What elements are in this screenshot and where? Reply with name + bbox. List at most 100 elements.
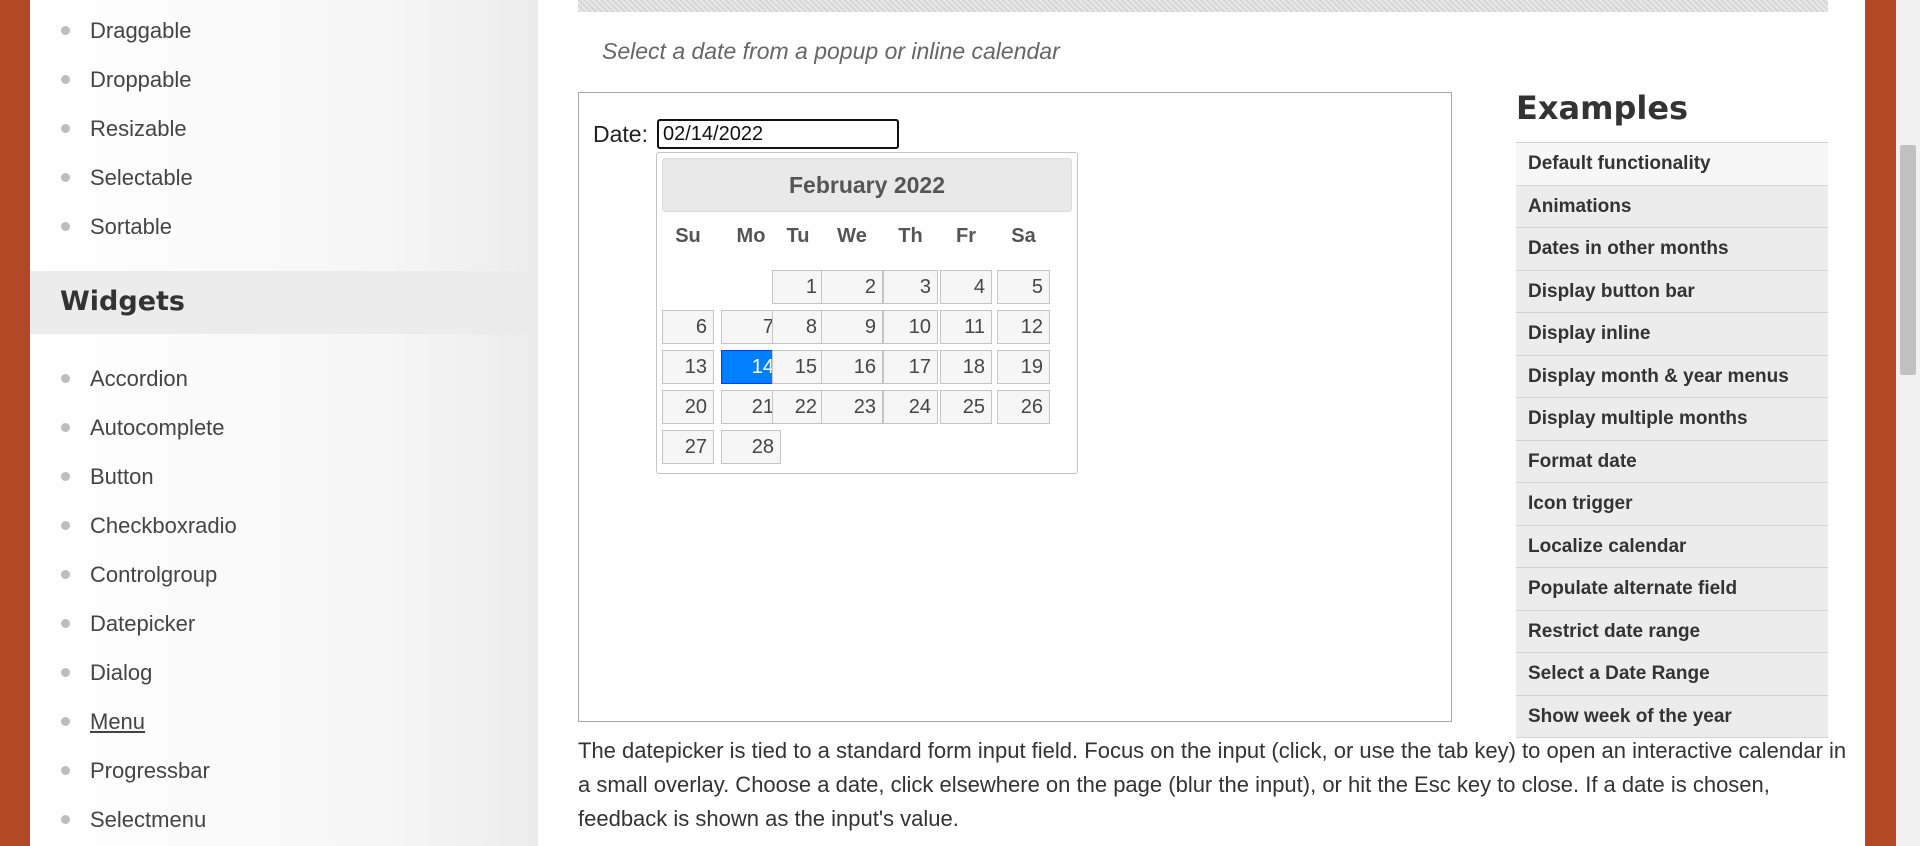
sidebar-item-label[interactable]: Checkboxradio <box>90 513 237 538</box>
sidebar-interactions-list: Draggable Droppable Resizable Selectable… <box>30 6 538 251</box>
sidebar-item-label[interactable]: Selectmenu <box>90 807 206 832</box>
example-link-item[interactable]: Display inline <box>1516 313 1828 356</box>
sidebar-item-selectmenu[interactable]: Selectmenu <box>30 795 538 844</box>
example-link-item[interactable]: Icon trigger <box>1516 483 1828 526</box>
datepicker-day[interactable]: 27 <box>662 430 714 464</box>
bullet-icon <box>61 222 70 231</box>
bullet-icon <box>61 26 70 35</box>
datepicker-day[interactable]: 17 <box>883 350 938 384</box>
sidebar-item-selectable[interactable]: Selectable <box>30 153 538 202</box>
example-link-item[interactable]: Restrict date range <box>1516 610 1828 653</box>
datepicker-day[interactable]: 6 <box>662 310 714 344</box>
example-link-item[interactable]: Display month & year menus <box>1516 355 1828 398</box>
datepicker-day[interactable]: 23 <box>821 390 883 424</box>
datepicker-day[interactable]: 18 <box>940 350 992 384</box>
bullet-icon <box>61 717 70 726</box>
datepicker-day[interactable]: 28 <box>721 430 781 464</box>
sidebar-item-dialog[interactable]: Dialog <box>30 648 538 697</box>
sidebar-section-title: Widgets <box>60 286 185 317</box>
bullet-icon <box>61 521 70 530</box>
sidebar-item-label[interactable]: Controlgroup <box>90 562 217 587</box>
example-link-item[interactable]: Localize calendar <box>1516 525 1828 568</box>
sidebar-item-label[interactable]: Progressbar <box>90 758 210 783</box>
datepicker-day[interactable]: 22 <box>772 390 824 424</box>
sidebar-item-datepicker[interactable]: Datepicker <box>30 599 538 648</box>
sidebar-item-label[interactable]: Datepicker <box>90 611 195 636</box>
sidebar-item-label[interactable]: Button <box>90 464 154 489</box>
sidebar-item-controlgroup[interactable]: Controlgroup <box>30 550 538 599</box>
sidebar-item-accordion[interactable]: Accordion <box>30 354 538 403</box>
weekday-header: Sa <box>1011 225 1036 247</box>
sidebar-item-label[interactable]: Resizable <box>90 116 187 141</box>
datepicker-description: The datepicker is tied to a standard for… <box>578 738 1847 831</box>
example-link-item[interactable]: Animations <box>1516 185 1828 228</box>
datepicker-day[interactable]: 16 <box>821 350 883 384</box>
datepicker-day[interactable]: 1 <box>772 270 824 304</box>
datepicker-day[interactable]: 26 <box>997 390 1050 424</box>
bullet-icon <box>61 668 70 677</box>
sidebar-item-label[interactable]: Dialog <box>90 660 152 685</box>
demo-frame-top-bar <box>578 0 1828 12</box>
bullet-icon <box>61 374 70 383</box>
example-link-item[interactable]: Dates in other months <box>1516 228 1828 271</box>
datepicker-day[interactable]: 13 <box>662 350 714 384</box>
sidebar-item-droppable[interactable]: Droppable <box>30 55 538 104</box>
bullet-icon <box>61 766 70 775</box>
sidebar-item-label[interactable]: Autocomplete <box>90 415 225 440</box>
datepicker-day[interactable]: 2 <box>821 270 883 304</box>
example-link-item[interactable]: Format date <box>1516 440 1828 483</box>
examples-list: Default functionality Animations Dates in … <box>1516 143 1828 738</box>
example-link-item[interactable]: Show week of the year <box>1516 695 1828 738</box>
date-label: Date: <box>593 121 648 147</box>
sidebar-item-progressbar[interactable]: Progressbar <box>30 746 538 795</box>
sidebar-item-label[interactable]: Sortable <box>90 214 172 239</box>
example-link-item[interactable]: Display button bar <box>1516 270 1828 313</box>
datepicker-day[interactable]: 12 <box>997 310 1050 344</box>
weekday-header: Tu <box>786 225 810 247</box>
datepicker-month-title: February 2022 <box>662 158 1072 212</box>
datepicker-day[interactable]: 20 <box>662 390 714 424</box>
datepicker-day[interactable]: 3 <box>883 270 938 304</box>
example-link-item[interactable]: Display multiple months <box>1516 398 1828 441</box>
sidebar-item-button[interactable]: Button <box>30 452 538 501</box>
datepicker-day[interactable]: 5 <box>997 270 1050 304</box>
sidebar-item-menu[interactable]: Menu <box>30 697 538 746</box>
datepicker-day[interactable]: 11 <box>940 310 992 344</box>
datepicker-day[interactable]: 4 <box>940 270 992 304</box>
bullet-icon <box>61 619 70 628</box>
sidebar: Draggable Droppable Resizable Selectable… <box>30 0 538 846</box>
weekday-header: Su <box>675 225 701 247</box>
datepicker-day[interactable]: 8 <box>772 310 824 344</box>
sidebar-item-sortable[interactable]: Sortable <box>30 202 538 251</box>
date-input[interactable] <box>657 119 899 149</box>
sidebar-item-label[interactable]: Selectable <box>90 165 193 190</box>
bullet-icon <box>61 173 70 182</box>
bullet-icon <box>61 423 70 432</box>
example-link-item[interactable]: Select a Date Range <box>1516 653 1828 696</box>
bullet-icon <box>61 815 70 824</box>
datepicker-popup: February 2022 Su Mo Tu We Th Fr Sa 1 2 3 4 5 6 7 8 9 10… <box>656 152 1078 474</box>
datepicker-day[interactable]: 10 <box>883 310 938 344</box>
sidebar-section-header-widgets: Widgets <box>30 271 538 334</box>
sidebar-item-label[interactable]: Accordion <box>90 366 188 391</box>
page-scrollbar[interactable] <box>1896 0 1920 846</box>
sidebar-item-label[interactable]: Droppable <box>90 67 192 92</box>
sidebar-item-label[interactable]: Menu <box>90 709 145 734</box>
examples-panel: Examples Default functionality Animations… <box>1516 86 1828 738</box>
datepicker-day[interactable]: 9 <box>821 310 883 344</box>
sidebar-item-draggable[interactable]: Draggable <box>30 6 538 55</box>
sidebar-item-autocomplete[interactable]: Autocomplete <box>30 403 538 452</box>
datepicker-day[interactable]: 19 <box>997 350 1050 384</box>
sidebar-item-resizable[interactable]: Resizable <box>30 104 538 153</box>
sidebar-item-checkboxradio[interactable]: Checkboxradio <box>30 501 538 550</box>
page-subtitle: Select a date from a popup or inline cal… <box>602 38 1060 64</box>
scrollbar-thumb[interactable] <box>1900 145 1916 375</box>
example-link-item[interactable]: Default functionality <box>1516 143 1828 186</box>
sidebar-item-label[interactable]: Draggable <box>90 18 192 43</box>
example-link-item[interactable]: Populate alternate field <box>1516 568 1828 611</box>
weekday-header: We <box>837 225 867 247</box>
datepicker-day[interactable]: 25 <box>940 390 992 424</box>
bullet-icon <box>61 124 70 133</box>
datepicker-day[interactable]: 24 <box>883 390 938 424</box>
datepicker-day[interactable]: 15 <box>772 350 824 384</box>
